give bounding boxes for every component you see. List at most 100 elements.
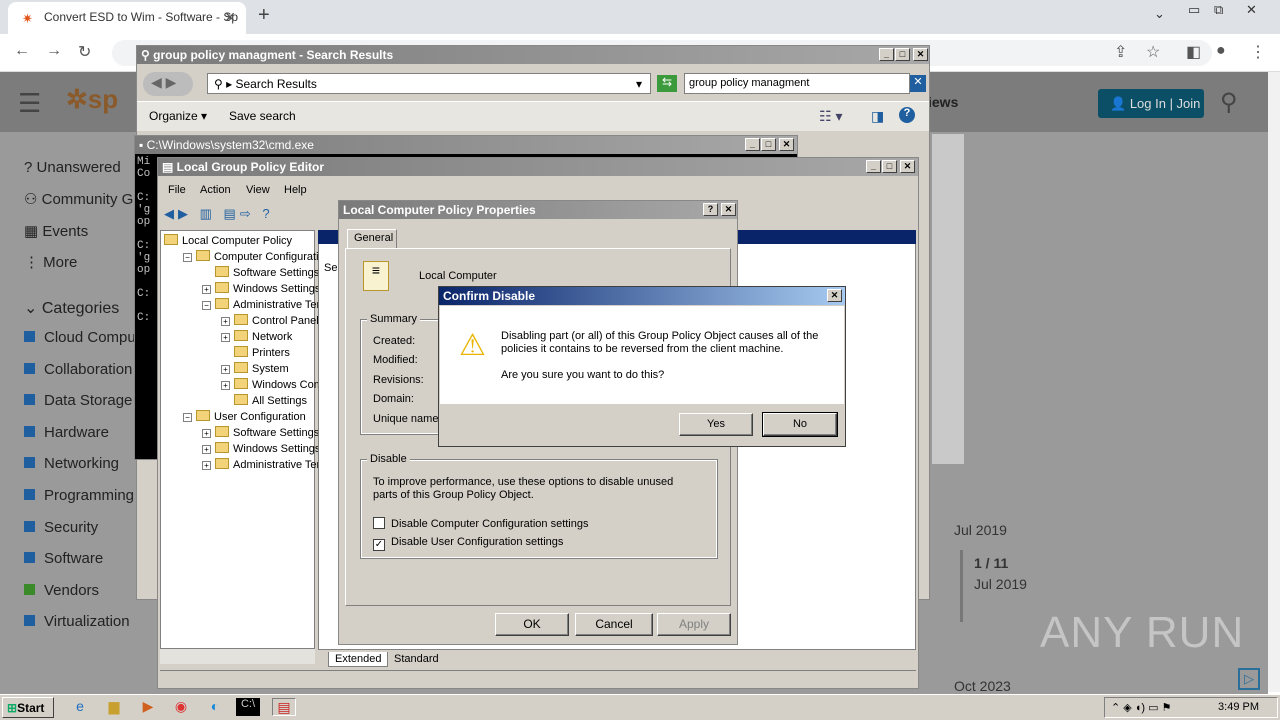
close-button[interactable]: ✕ [721,203,736,216]
expand-toggle-icon[interactable]: − [183,253,192,262]
maximize-button[interactable]: □ [761,138,776,151]
gpedit-taskbar-icon[interactable]: ▤ [272,698,296,716]
ad-choices-icon[interactable]: ▷ [1238,668,1260,690]
help-icon[interactable]: ? [262,206,273,221]
forward-arrow-icon[interactable]: ▶ [178,206,192,221]
share-icon[interactable]: ⇪ [1114,42,1127,62]
new-tab-button[interactable]: + [258,4,270,27]
sidebar-item-community[interactable]: ⚇ Community G [24,190,133,208]
forward-icon[interactable]: → [46,42,62,60]
refresh-icon[interactable]: ⇆ [657,75,677,92]
timeline-track[interactable] [960,550,963,622]
ok-button[interactable]: OK [495,613,569,636]
menu-help[interactable]: Help [284,184,307,196]
category-item[interactable]: Cloud Compu [24,329,136,346]
reload-icon[interactable]: ↻ [78,42,91,62]
tree-node[interactable]: − User Configuration [183,410,306,423]
tree-node[interactable]: Local Computer Policy [164,234,292,247]
expand-toggle-icon[interactable]: + [221,365,230,374]
tree-node[interactable]: Software Settings [202,266,319,279]
page-scrollbar[interactable] [1268,72,1280,692]
edge-icon[interactable]: ◐ [205,698,225,716]
sidebar-item-events[interactable]: ▦ Events [24,222,88,240]
search-window-titlebar[interactable]: ⚲ group policy managment - Search Result… [137,46,929,64]
yes-button[interactable]: Yes [679,413,753,436]
apply-button[interactable]: Apply [657,613,731,636]
expand-toggle-icon[interactable]: − [202,301,211,310]
expand-toggle-icon[interactable]: + [221,317,230,326]
minimize-button[interactable]: _ [745,138,760,151]
tab-search-chevron-icon[interactable]: ⌄ [1154,6,1165,22]
no-button[interactable]: No [762,412,838,437]
expand-toggle-icon[interactable]: + [221,333,230,342]
maximize-button[interactable]: □ [895,48,910,61]
tree-node[interactable]: + Windows Settings [202,282,320,295]
back-forward-icon[interactable]: ◀ ▶ [143,72,193,96]
show-tree-icon[interactable]: ▥ [200,206,216,221]
category-item[interactable]: Security [24,519,98,536]
tree-node[interactable]: + Windows Comp [221,378,329,391]
views-icon[interactable]: ☷ ▾ [819,108,842,125]
tree-node[interactable]: + System [221,362,289,375]
menu-action[interactable]: Action [200,184,231,196]
explorer-icon[interactable]: ▆ [104,698,124,716]
clear-search-icon[interactable]: ✕ [910,75,926,92]
preview-pane-icon[interactable]: ◨ [871,108,884,125]
dropdown-icon[interactable]: ▾ [636,77,642,91]
menu-kebab-icon[interactable]: ⋮ [1250,42,1266,62]
browser-tab[interactable]: ✷ Convert ESD to Wim - Software - Sp ✕ [8,2,246,34]
confirm-titlebar[interactable]: Confirm Disable [439,287,845,305]
tree-node[interactable]: − Computer Configuratio [183,250,325,263]
category-item[interactable]: Vendors [24,582,99,599]
category-item[interactable]: Data Storage [24,392,132,409]
disable-computer-checkbox[interactable] [373,517,385,529]
tray-icons[interactable]: ⌃ ◈ ◖) ▭ ⚑ [1111,702,1171,714]
tree-node[interactable]: + Administrative Tem [202,458,326,471]
sidepanel-icon[interactable]: ◧ [1186,42,1201,62]
close-button[interactable]: ✕ [900,160,915,173]
category-item[interactable]: Networking [24,455,119,472]
tree-node[interactable]: All Settings [221,394,307,407]
site-search-icon[interactable]: ⚲ [1220,88,1238,117]
tree-node[interactable]: Printers [221,346,290,359]
category-item[interactable]: Programming [24,487,134,504]
expand-toggle-icon[interactable]: + [202,461,211,470]
tree-node[interactable]: + Windows Settings [202,442,320,455]
help-button[interactable]: ? [703,203,718,216]
maximize-button[interactable]: □ [882,160,897,173]
export-icon[interactable]: ⇨ [240,206,255,221]
tree-node[interactable]: − Administrative Tem [202,298,326,311]
media-player-icon[interactable]: ▶ [138,698,158,716]
disable-user-checkbox[interactable]: ✓ [373,539,385,551]
cancel-button[interactable]: Cancel [575,613,653,636]
gpedit-titlebar[interactable]: ▤ Local Group Policy Editor [158,158,918,176]
expand-toggle-icon[interactable]: + [202,429,211,438]
address-field[interactable]: ⚲ ▸ Search Results ▾ [207,73,651,94]
restore-icon[interactable]: ⧉ [1214,2,1223,18]
help-icon[interactable]: ? [899,107,915,123]
tab-close-icon[interactable]: ✕ [224,9,236,26]
tree-hscrollbar[interactable] [160,648,315,664]
start-button[interactable]: ⊞Start [2,697,54,718]
properties-icon[interactable]: ▤ [224,206,240,221]
tree-node[interactable]: + Control Panel [221,314,319,327]
chrome-icon[interactable]: ◉ [171,698,191,716]
tab-general[interactable]: General [347,229,397,249]
category-item[interactable]: Virtualization [24,613,130,630]
category-item[interactable]: Collaboration [24,361,132,378]
cmd-taskbar-icon[interactable]: C:\ [236,698,260,716]
login-button[interactable]: 👤 Log In | Join [1098,89,1204,118]
category-item[interactable]: Hardware [24,424,109,441]
profile-icon[interactable]: ● [1216,42,1226,60]
category-item[interactable]: Software [24,550,103,567]
minimize-button[interactable]: _ [866,160,881,173]
tab-extended[interactable]: Extended [328,652,389,667]
search-input[interactable]: group policy managment [684,73,910,94]
ie-icon[interactable]: e [70,698,90,716]
site-logo[interactable]: ✲sp [66,84,118,115]
expand-toggle-icon[interactable]: − [183,413,192,422]
disable-computer-option[interactable]: Disable Computer Configuration settings [373,517,589,530]
tree-node[interactable]: + Network [221,330,292,343]
cmd-titlebar[interactable]: ▪ C:\Windows\system32\cmd.exe [135,136,797,154]
expand-toggle-icon[interactable]: + [202,285,211,294]
